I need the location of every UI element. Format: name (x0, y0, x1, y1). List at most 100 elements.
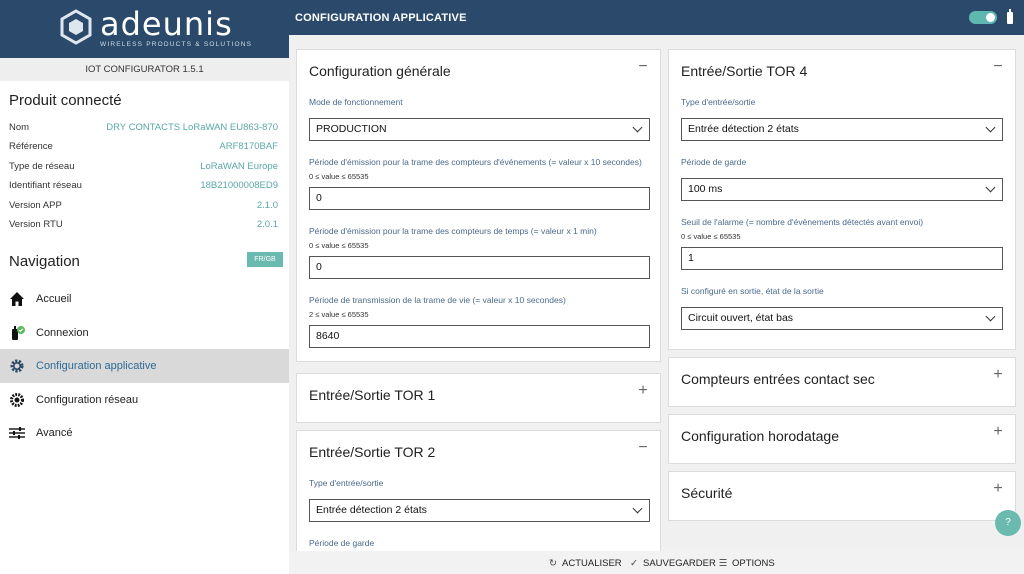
device-icon (1007, 9, 1013, 24)
tor4-guard-select[interactable]: 100 ms (681, 178, 1003, 201)
tor1-card[interactable]: Entrée/Sortie TOR 1 + (296, 373, 661, 423)
collapse-icon[interactable]: − (636, 59, 650, 75)
collapse-icon[interactable]: − (636, 440, 650, 456)
prop-key: Nom (9, 122, 30, 133)
field-label: Période d'émission pour la trame des com… (309, 157, 642, 167)
expand-icon[interactable]: + (991, 424, 1005, 440)
refresh-icon: ↻ (549, 558, 557, 569)
product-prop-row: Identifiant réseau 18B21000008ED9 (0, 177, 289, 196)
field-label: Période de garde (309, 538, 375, 548)
options-label: OPTIONS (732, 558, 775, 569)
counters-card[interactable]: Compteurs entrées contact sec + (668, 357, 1016, 407)
product-prop-row: Type de réseau LoRaWAN Europe (0, 158, 289, 177)
card-title: Compteurs entrées contact sec (681, 371, 875, 387)
field-label: Seuil de l'alarme (= nombre d'évènements… (681, 217, 924, 227)
nav-item-avance[interactable]: Avancé (0, 416, 289, 449)
tor2-card: Entrée/Sortie TOR 2 − Type d'entrée/sort… (296, 430, 661, 551)
navigation-header: Navigation FR/GB (0, 249, 289, 273)
collapse-icon[interactable]: − (991, 59, 1005, 75)
refresh-label: ACTUALISER (562, 558, 622, 569)
nav-item-label: Configuration réseau (36, 393, 139, 406)
time-counter-period-input[interactable]: 0 (309, 256, 650, 279)
card-title: Entrée/Sortie TOR 4 (681, 63, 808, 79)
connection-toggle[interactable] (969, 11, 997, 24)
nav-item-label: Avancé (36, 426, 73, 439)
app-version: IOT CONFIGURATOR 1.5.1 (0, 58, 289, 81)
help-button[interactable]: ? (995, 510, 1021, 536)
keepalive-period-input[interactable]: 8640 (309, 325, 650, 348)
field-label: Période de transmission de la trame de v… (309, 295, 566, 305)
product-prop-row: Référence ARF8170BAF (0, 138, 289, 157)
prop-value: ARF8170BAF (219, 141, 278, 153)
sidebar: IOT CONFIGURATOR 1.5.1 Produit connecté … (0, 58, 289, 574)
network-gear-icon (10, 392, 24, 407)
prop-key: Version APP (9, 199, 62, 211)
navigation-title: Navigation (9, 253, 80, 271)
product-prop-row: Version RTU 2.0.1 (0, 216, 289, 235)
product-prop-row: Nom DRY CONTACTS LoRaWAN EU863-870 (0, 119, 289, 138)
field-range: 0 ≤ value ≤ 65535 (681, 232, 741, 241)
nav-item-connexion[interactable]: Connexion (0, 316, 289, 349)
card-title: Sécurité (681, 485, 733, 501)
nav-item-configuration-reseau[interactable]: Configuration réseau (0, 383, 289, 416)
prop-key: Type de réseau (9, 160, 75, 172)
navigation-menu: Accueil Connexion Configuration applicat… (0, 282, 289, 449)
nav-item-configuration-applicative[interactable]: Configuration applicative (0, 349, 289, 383)
prop-value: LoRaWAN Europe (200, 160, 278, 172)
options-button[interactable]: ☰ OPTIONS (717, 558, 775, 569)
bottom-toolbar: ↻ ACTUALISER ✓ SAUVEGARDER ☰ OPTIONS (289, 551, 1024, 574)
home-icon (10, 292, 24, 307)
nav-item-label: Accueil (36, 293, 72, 306)
prop-value: 18B21000008ED9 (200, 180, 278, 192)
device-connected-icon (12, 325, 25, 340)
card-title: Entrée/Sortie TOR 1 (309, 387, 436, 403)
gear-icon (10, 359, 24, 373)
mode-select[interactable]: PRODUCTION (309, 118, 650, 141)
brand-name: adeunis (100, 5, 233, 43)
prop-value: DRY CONTACTS LoRaWAN EU863-870 (106, 122, 278, 133)
card-title: Entrée/Sortie TOR 2 (309, 444, 436, 460)
save-label: SAUVEGARDER (643, 558, 716, 569)
field-label: Type d'entrée/sortie (309, 478, 384, 488)
prop-key: Identifiant réseau (9, 180, 82, 192)
timestamp-card[interactable]: Configuration horodatage + (668, 414, 1016, 464)
field-label: Mode de fonctionnement (309, 97, 403, 107)
refresh-button[interactable]: ↻ ACTUALISER (547, 558, 622, 569)
field-range: 0 ≤ value ≤ 65535 (309, 241, 369, 250)
prop-value: 2.1.0 (256, 199, 278, 211)
expand-icon[interactable]: + (991, 481, 1005, 497)
field-range: 0 ≤ value ≤ 65535 (309, 172, 369, 181)
security-card[interactable]: Sécurité + (668, 471, 1016, 521)
tor4-card: Entrée/Sortie TOR 4 − Type d'entrée/sort… (668, 49, 1016, 350)
expand-icon[interactable]: + (991, 367, 1005, 383)
general-config-card: Configuration générale − Mode de fonctio… (296, 49, 661, 362)
expand-icon[interactable]: + (636, 383, 650, 399)
nav-item-label: Connexion (36, 326, 89, 339)
sliders-icon (9, 426, 25, 439)
save-button[interactable]: ✓ SAUVEGARDER (628, 558, 716, 569)
adeunis-logo-icon (60, 9, 92, 45)
prop-key: Version RTU (9, 218, 63, 230)
card-title: Configuration générale (309, 63, 451, 79)
nav-item-label: Configuration applicative (36, 360, 157, 373)
page-title: CONFIGURATION APPLICATIVE (295, 12, 467, 24)
nav-item-accueil[interactable]: Accueil (0, 282, 289, 315)
field-label: Type d'entrée/sortie (681, 97, 756, 107)
field-label: Période de garde (681, 157, 747, 167)
prop-value: 2.0.1 (256, 218, 278, 230)
product-section-title: Produit connecté (9, 92, 122, 109)
tor4-output-select[interactable]: Circuit ouvert, état bas (681, 307, 1003, 330)
language-button[interactable]: FR/GB (247, 252, 283, 268)
logo: adeunis WIRELESS PRODUCTS & SOLUTIONS (0, 0, 289, 58)
tor4-type-select[interactable]: Entrée détection 2 états (681, 118, 1003, 141)
tor4-alarm-input[interactable]: 1 (681, 247, 1003, 270)
card-title: Configuration horodatage (681, 428, 840, 444)
options-icon: ☰ (718, 558, 728, 569)
product-properties: Nom DRY CONTACTS LoRaWAN EU863-870 Référe… (0, 119, 289, 235)
tor2-type-select[interactable]: Entrée détection 2 états (309, 499, 650, 522)
field-label: Période d'émission pour la trame des com… (309, 226, 597, 236)
field-label: Si configuré en sortie, état de la sorti… (681, 286, 824, 296)
brand-tagline: WIRELESS PRODUCTS & SOLUTIONS (100, 41, 253, 48)
save-icon: ✓ (630, 558, 638, 569)
event-counter-period-input[interactable]: 0 (309, 187, 650, 210)
